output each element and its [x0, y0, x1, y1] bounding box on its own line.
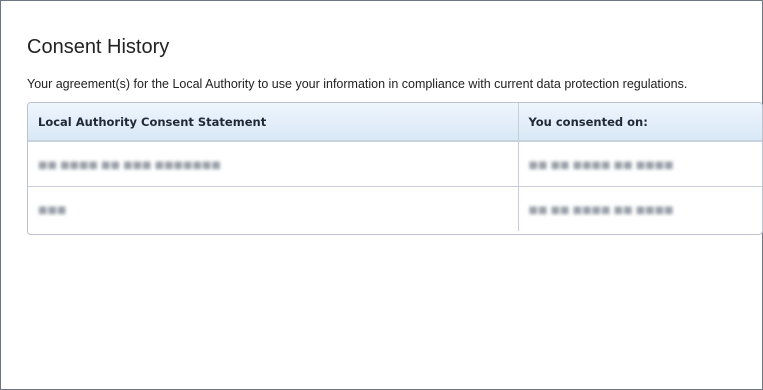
consent-history-panel: Consent History Your agreement(s) for th…	[0, 0, 763, 390]
statement-cell: ■■ ■■■■ ■■ ■■■ ■■■■■■■	[28, 141, 518, 186]
consented-on-cell: ■■ ■■ ■■■■ ■■ ■■■■	[517, 185, 762, 231]
column-header-consented-on: You consented on:	[517, 103, 762, 142]
redacted-date: ■■ ■■ ■■■■ ■■ ■■■■	[528, 204, 674, 216]
table-row: ■■ ■■■■ ■■ ■■■ ■■■■■■■ ■■ ■■ ■■■■ ■■ ■■■…	[28, 141, 762, 186]
statement-cell: ■■■	[28, 185, 518, 231]
consent-table: Local Authority Consent Statement You co…	[27, 102, 763, 235]
redacted-statement: ■■■	[38, 204, 67, 216]
table-header-row: Local Authority Consent Statement You co…	[28, 103, 762, 142]
redacted-statement: ■■ ■■■■ ■■ ■■■ ■■■■■■■	[38, 159, 221, 171]
consented-on-cell: ■■ ■■ ■■■■ ■■ ■■■■	[517, 141, 762, 186]
table-row: ■■■ ■■ ■■ ■■■■ ■■ ■■■■	[28, 185, 762, 231]
page-title: Consent History	[27, 36, 170, 58]
column-header-statement: Local Authority Consent Statement	[28, 103, 518, 142]
redacted-date: ■■ ■■ ■■■■ ■■ ■■■■	[528, 159, 674, 171]
intro-text: Your agreement(s) for the Local Authorit…	[27, 77, 688, 91]
